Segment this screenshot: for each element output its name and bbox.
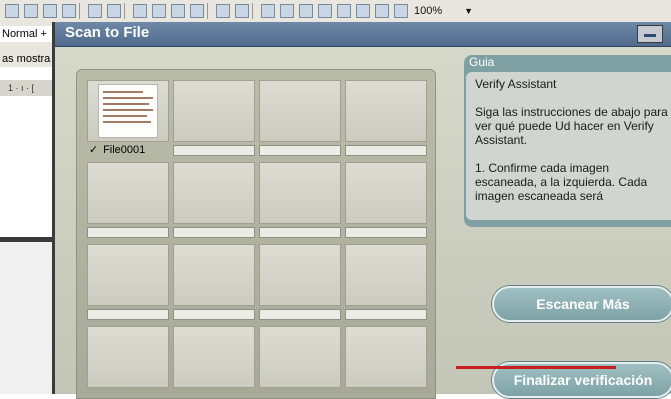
minimize-button[interactable] [637, 25, 663, 43]
guide-title: Guia [469, 55, 495, 69]
file-label[interactable]: ✓ File0001 [89, 144, 145, 157]
format-painter-icon[interactable] [190, 4, 204, 18]
thumbnail-grid: ✓ File0001 [76, 69, 436, 399]
chevron-down-icon[interactable]: ▼ [464, 6, 473, 16]
file-name: File0001 [103, 144, 146, 156]
columns-icon[interactable] [337, 4, 351, 18]
file-label-bar [259, 227, 341, 238]
toolbar-separator [124, 3, 125, 19]
thumbnail-cell[interactable] [259, 326, 341, 388]
toolbar-separator [252, 3, 253, 19]
minimize-icon [644, 34, 656, 37]
file-label-bar [345, 309, 427, 320]
font-dropdown[interactable]: as mostra [0, 51, 58, 67]
word-toolbar: 100% ▼ [0, 0, 671, 23]
scan-dialog: Scan to File ✓ File0001 Guia Verify Assi… [52, 22, 671, 399]
thumbnail-cell[interactable] [345, 162, 427, 224]
thumbnail-cell[interactable] [173, 162, 255, 224]
thumbnail-cell[interactable] [259, 244, 341, 306]
copy-icon[interactable] [152, 4, 166, 18]
guide-paragraph: Siga las instrucciones de abajo para ver… [475, 105, 668, 147]
file-label-bar [173, 227, 255, 238]
save-icon[interactable] [24, 4, 38, 18]
guide-paragraph: 1. Confirme cada imagen escaneada, a la … [475, 161, 648, 203]
insert-excel-icon[interactable] [318, 4, 332, 18]
file-label-bar [259, 145, 341, 156]
file-label-bar [345, 227, 427, 238]
guide-text: Verify Assistant Siga las instrucciones … [475, 77, 671, 217]
new-document-icon[interactable] [5, 4, 19, 18]
thumbnail-cell[interactable] [87, 326, 169, 388]
redo-icon[interactable] [235, 4, 249, 18]
check-icon[interactable]: ✓ [89, 144, 100, 157]
document-map-icon[interactable] [375, 4, 389, 18]
ruler: 1 · ı · [ [0, 80, 58, 96]
thumbnail-cell[interactable] [259, 162, 341, 224]
guide-heading: Verify Assistant [475, 77, 557, 91]
show-hide-icon[interactable] [394, 4, 408, 18]
dialog-title: Scan to File [65, 24, 150, 41]
toolbar-separator [79, 3, 80, 19]
undo-icon[interactable] [216, 4, 230, 18]
file-label-bar [87, 227, 169, 238]
file-label-bar [173, 145, 255, 156]
research-icon[interactable] [107, 4, 121, 18]
thumbnail-cell[interactable] [87, 244, 169, 306]
guide-body[interactable]: Verify Assistant Siga las instrucciones … [466, 72, 671, 220]
hyperlink-icon[interactable] [261, 4, 275, 18]
thumbnail-cell[interactable] [259, 80, 341, 142]
scan-more-button[interactable]: Escanear Más [492, 286, 671, 322]
file-label-bar [87, 309, 169, 320]
thumbnail-cell[interactable] [173, 80, 255, 142]
thumbnail-cell[interactable] [173, 326, 255, 388]
paste-icon[interactable] [171, 4, 185, 18]
document-area [0, 242, 58, 394]
style-dropdown[interactable]: Normal + [0, 26, 58, 42]
drawing-icon[interactable] [356, 4, 370, 18]
thumbnail-cell[interactable] [87, 162, 169, 224]
thumbnail-cell[interactable] [345, 80, 427, 142]
file-label-bar [345, 145, 427, 156]
insert-table-icon[interactable] [299, 4, 313, 18]
thumbnail-cell[interactable] [173, 244, 255, 306]
tables-icon[interactable] [280, 4, 294, 18]
spelling-underline [456, 366, 616, 369]
spelling-icon[interactable] [88, 4, 102, 18]
thumbnail-cell[interactable] [87, 80, 169, 142]
dialog-titlebar[interactable]: Scan to File [55, 22, 671, 47]
dialog-content: ✓ File0001 Guia Verify Assistant Siga la… [55, 47, 671, 399]
file-label-bar [259, 309, 341, 320]
file-label-bar [173, 309, 255, 320]
guide-panel: Guia Verify Assistant Siga las instrucci… [464, 55, 671, 227]
toolbar-separator [207, 3, 208, 19]
print-icon[interactable] [43, 4, 57, 18]
thumbnail-cell[interactable] [345, 244, 427, 306]
cut-icon[interactable] [133, 4, 147, 18]
zoom-box[interactable]: 100% [414, 5, 442, 17]
document-page [0, 100, 58, 230]
scanned-page-thumbnail[interactable] [98, 84, 158, 138]
thumbnail-cell[interactable] [345, 326, 427, 388]
print-preview-icon[interactable] [62, 4, 76, 18]
